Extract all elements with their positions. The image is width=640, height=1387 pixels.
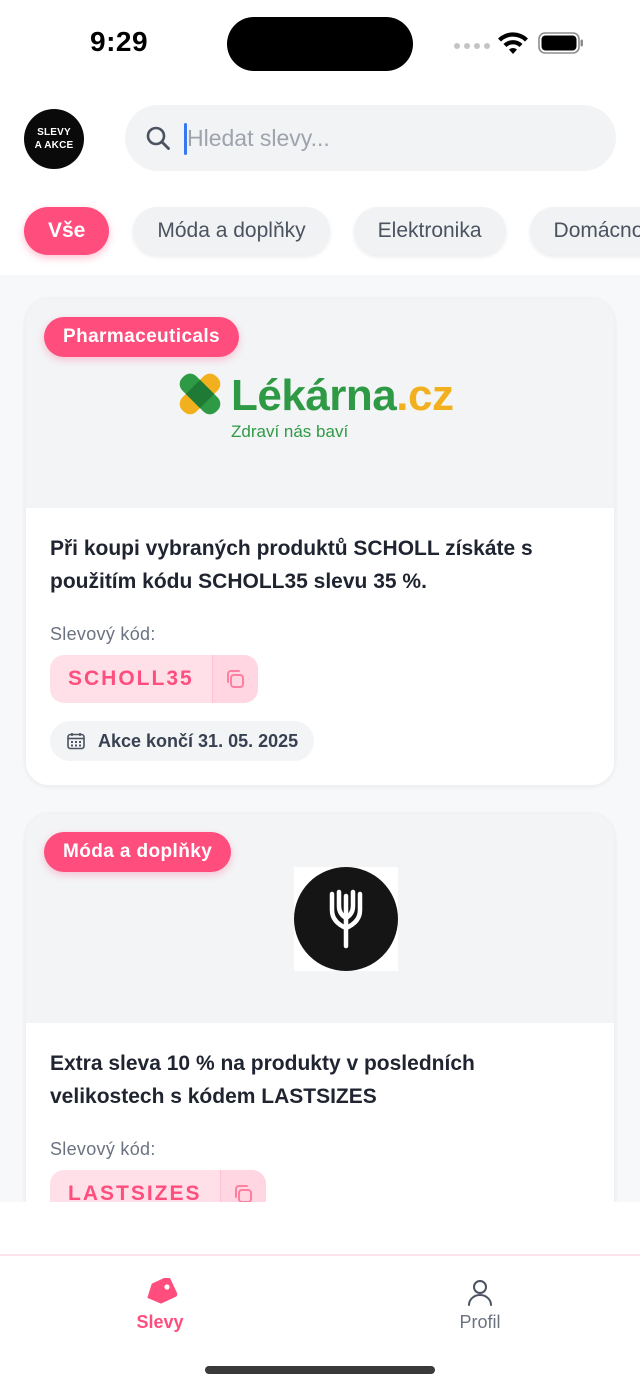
cellular-signal-icon: [454, 43, 490, 49]
discount-code[interactable]: LASTSIZES: [50, 1170, 220, 1202]
tag-icon: [147, 1278, 178, 1304]
wifi-icon: [498, 32, 528, 54]
category-badge: Pharmaceuticals: [44, 317, 240, 357]
app-logo[interactable]: SLEVY A AKCE: [24, 109, 84, 169]
category-chip-fashion[interactable]: Móda a doplňky: [133, 207, 330, 255]
lekarna-tagline: Zdraví nás baví: [231, 422, 349, 441]
brand-logo-lekarna: Lékárna.cz Zdraví nás baví: [173, 367, 473, 447]
search-icon: [146, 126, 170, 150]
nav-item-profil[interactable]: Profil: [420, 1278, 540, 1333]
user-icon: [468, 1280, 492, 1306]
battery-icon: [538, 32, 583, 54]
copy-icon: [235, 1185, 253, 1202]
deal-card[interactable]: Móda a doplňky Extra sleva 10 % na produ…: [25, 813, 615, 1202]
app-logo-line2: A AKCE: [34, 140, 74, 151]
app-header: SLEVY A AKCE: [0, 90, 640, 190]
nav-label-profil: Profil: [459, 1312, 501, 1332]
deal-title: Při koupi vybraných produktů SCHOLL získ…: [50, 537, 533, 593]
deals-feed[interactable]: Lékárna.cz Zdraví nás baví Pharmaceutica…: [0, 275, 640, 1202]
dynamic-island: [227, 17, 413, 71]
discount-code-box[interactable]: LASTSIZES: [50, 1170, 266, 1202]
deal-card[interactable]: Lékárna.cz Zdraví nás baví Pharmaceutica…: [25, 298, 615, 786]
expiry-text: Akce končí 31. 05. 2025: [98, 730, 299, 751]
copy-icon: [227, 670, 245, 688]
category-chip-household[interactable]: Domácnost: [529, 207, 640, 255]
search-input[interactable]: [187, 105, 597, 171]
home-indicator: [205, 1366, 435, 1374]
calendar-icon: [67, 733, 85, 750]
deal-card-hero: Lékárna.cz Zdraví nás baví Pharmaceutica…: [26, 299, 614, 508]
status-bar: 9:29: [0, 0, 640, 90]
code-label: Slevový kód:: [50, 1139, 156, 1159]
deal-title: Extra sleva 10 % na produkty v posledníc…: [50, 1052, 475, 1108]
status-time: 9:29: [90, 26, 149, 57]
category-chip-electronics[interactable]: Elektronika: [353, 207, 506, 255]
nav-divider: [0, 1254, 640, 1256]
wheat-emblem-icon: [329, 889, 363, 949]
nav-label-slevy: Slevy: [136, 1312, 184, 1332]
category-chip-all[interactable]: Vše: [24, 207, 110, 255]
nav-item-slevy[interactable]: Slevy: [100, 1278, 220, 1333]
category-filter-bar: Vše Móda a doplňky Elektronika Domácnost: [0, 190, 640, 275]
search-bar[interactable]: [125, 105, 616, 171]
copy-code-button[interactable]: [219, 1170, 266, 1202]
code-label: Slevový kód:: [50, 624, 156, 644]
category-badge: Móda a doplňky: [44, 832, 232, 872]
discount-code[interactable]: SCHOLL35: [50, 655, 212, 703]
expiry-pill: Akce končí 31. 05. 2025: [50, 721, 315, 761]
app-logo-line1: SLEVY: [37, 127, 71, 138]
bottom-navigation: Slevy Profil: [0, 1202, 640, 1387]
lekarna-cross-icon: [179, 373, 221, 415]
lekarna-wordmark: Lékárna.cz: [231, 371, 454, 420]
brand-logo: [294, 867, 398, 971]
copy-code-button[interactable]: [211, 655, 258, 703]
deal-card-hero: Móda a doplňky: [26, 814, 614, 1023]
discount-code-box[interactable]: SCHOLL35: [50, 655, 258, 703]
